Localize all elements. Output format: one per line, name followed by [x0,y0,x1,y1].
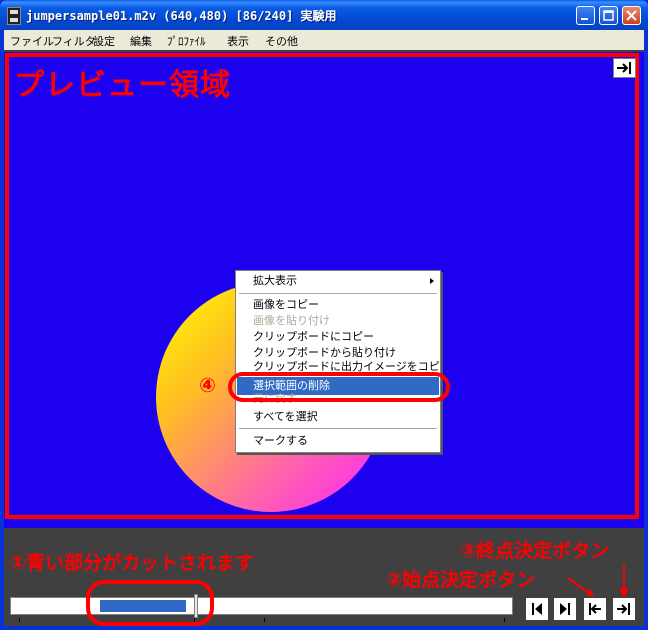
set-end-button[interactable] [612,597,636,621]
menu-profile[interactable]: ﾌﾟﾛﾌｧｲﾙ [167,33,206,49]
callout-number-4: ④ [199,373,216,397]
submenu-arrow-icon [430,278,434,284]
prev-frame-icon [532,603,542,615]
menu-item-label: 拡大表示 [253,274,297,287]
next-frame-icon [560,603,570,615]
start-button-note-label: ②始点決定ボタン [386,569,536,591]
menu-settings[interactable]: 設定 [93,33,115,49]
close-icon [626,10,637,21]
maximize-button[interactable] [599,6,618,25]
timeline-ticks [19,618,505,622]
menu-file[interactable]: ファイル [10,33,54,49]
selection-range-highlight [86,580,214,626]
jump-end-icon [617,62,631,74]
menu-view[interactable]: 表示 [227,33,249,49]
context-menu: 拡大表示 画像をコピー 画像を貼り付け クリップボードにコピー クリップボードか… [235,270,441,453]
set-start-button[interactable] [583,597,607,621]
menu-item-zoom[interactable]: 拡大表示 [237,272,439,290]
film-icon [7,7,21,25]
next-frame-button[interactable] [553,597,577,621]
close-button[interactable] [622,6,641,25]
window-title: jumpersample01.m2v (640,480) [86/240] 実験… [26,9,337,23]
maximize-icon [603,10,614,21]
menu-separator [239,428,437,429]
prev-frame-button[interactable] [525,597,549,621]
annotation-arrows [567,565,629,598]
delete-selection-highlight [228,372,450,402]
menu-other[interactable]: その他 [265,33,298,49]
set-end-icon [617,603,630,615]
title-bar[interactable]: jumpersample01.m2v (640,480) [86/240] 実験… [0,0,648,30]
menu-item-mark[interactable]: マークする [237,432,439,450]
menu-edit[interactable]: 編集 [130,33,152,49]
menu-filter[interactable]: フィルタ [52,33,96,49]
preview-area-label: プレビュー領域 [14,68,231,103]
minimize-button[interactable] [576,6,595,25]
menu-separator [239,293,437,294]
cut-note-label: ①青い部分がカットされます [10,552,255,574]
fullscreen-button[interactable] [613,58,636,78]
menu-bar: ファイル フィルタ 設定 編集 ﾌﾟﾛﾌｧｲﾙ 表示 その他 [4,30,644,50]
minimize-icon [581,18,588,20]
menu-item-select-all[interactable]: すべてを選択 [237,408,439,426]
set-start-icon [589,603,601,615]
